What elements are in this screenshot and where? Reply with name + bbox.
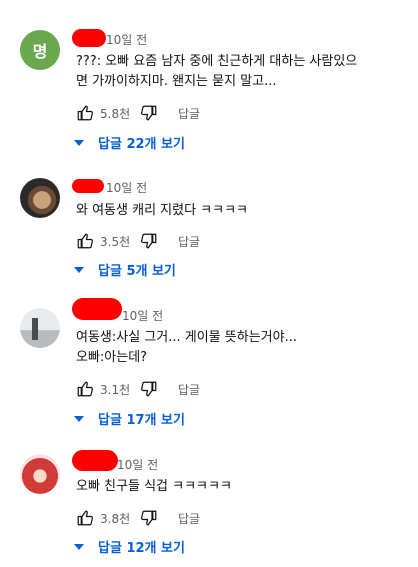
like-count: 3.5천 [100, 234, 131, 249]
view-replies-button[interactable]: 답글 17개 보기 [74, 409, 185, 428]
thumbs-down-icon[interactable] [140, 232, 158, 250]
comment-timestamp[interactable]: 10일 전 [106, 179, 147, 196]
author-name-redacted[interactable] [72, 298, 122, 320]
avatar[interactable] [20, 178, 60, 218]
view-replies-button[interactable]: 답글 22개 보기 [74, 133, 185, 152]
thumbs-down-icon[interactable] [140, 380, 158, 398]
view-replies-label: 답글 22개 보기 [98, 137, 185, 152]
comment-text: 오빠 친구들 식겁 ㅋㅋㅋㅋㅋ [76, 479, 232, 494]
view-replies-button[interactable]: 답글 12개 보기 [74, 537, 185, 556]
reply-button[interactable]: 답글 [178, 105, 200, 122]
comment-timestamp[interactable]: 10일 전 [122, 307, 163, 324]
comment-text: 와 여동생 캐리 지렸다 ㅋㅋㅋㅋ [76, 203, 249, 218]
comment-actions: 3.5천 답글 [76, 231, 200, 251]
like-count: 3.1천 [100, 382, 131, 397]
like-count: 3.8천 [100, 511, 131, 526]
author-name-redacted[interactable] [72, 450, 118, 471]
like-count: 5.8천 [100, 106, 131, 121]
comment-actions: 3.1천 답글 [76, 379, 200, 399]
avatar[interactable] [20, 454, 60, 494]
comment-timestamp[interactable]: 10일 전 [106, 31, 147, 48]
reply-button[interactable]: 답글 [178, 510, 200, 527]
comment-text: 여동생:사실 그거... 게이물 뜻하는거야... 오빠:아는데? [76, 330, 297, 365]
thumbs-up-icon[interactable] [76, 232, 94, 250]
chevron-down-icon [74, 415, 84, 422]
comment-actions: 3.8천 답글 [76, 508, 200, 528]
thumbs-up-icon[interactable] [76, 104, 94, 122]
avatar[interactable] [20, 308, 60, 348]
chevron-down-icon [74, 543, 84, 550]
comment-text: ???: 오빠 요즘 남자 중에 친근하게 대하는 사람있으 면 가까이하지마.… [76, 54, 358, 89]
view-replies-label: 답글 17개 보기 [98, 413, 185, 428]
thumbs-up-icon[interactable] [76, 509, 94, 527]
comment-timestamp[interactable]: 10일 전 [117, 456, 158, 473]
reply-button[interactable]: 답글 [178, 233, 200, 250]
chevron-down-icon [74, 266, 84, 273]
author-name-redacted[interactable] [72, 29, 106, 47]
thumbs-down-icon[interactable] [140, 509, 158, 527]
avatar[interactable]: 명 [20, 30, 60, 70]
thumbs-down-icon[interactable] [140, 104, 158, 122]
thumbs-up-icon[interactable] [76, 380, 94, 398]
view-replies-label: 답글 5개 보기 [98, 264, 176, 279]
chevron-down-icon [74, 139, 84, 146]
view-replies-label: 답글 12개 보기 [98, 541, 185, 556]
reply-button[interactable]: 답글 [178, 381, 200, 398]
comment-actions: 5.8천 답글 [76, 103, 200, 123]
author-name-redacted[interactable] [72, 179, 104, 193]
view-replies-button[interactable]: 답글 5개 보기 [74, 260, 176, 279]
